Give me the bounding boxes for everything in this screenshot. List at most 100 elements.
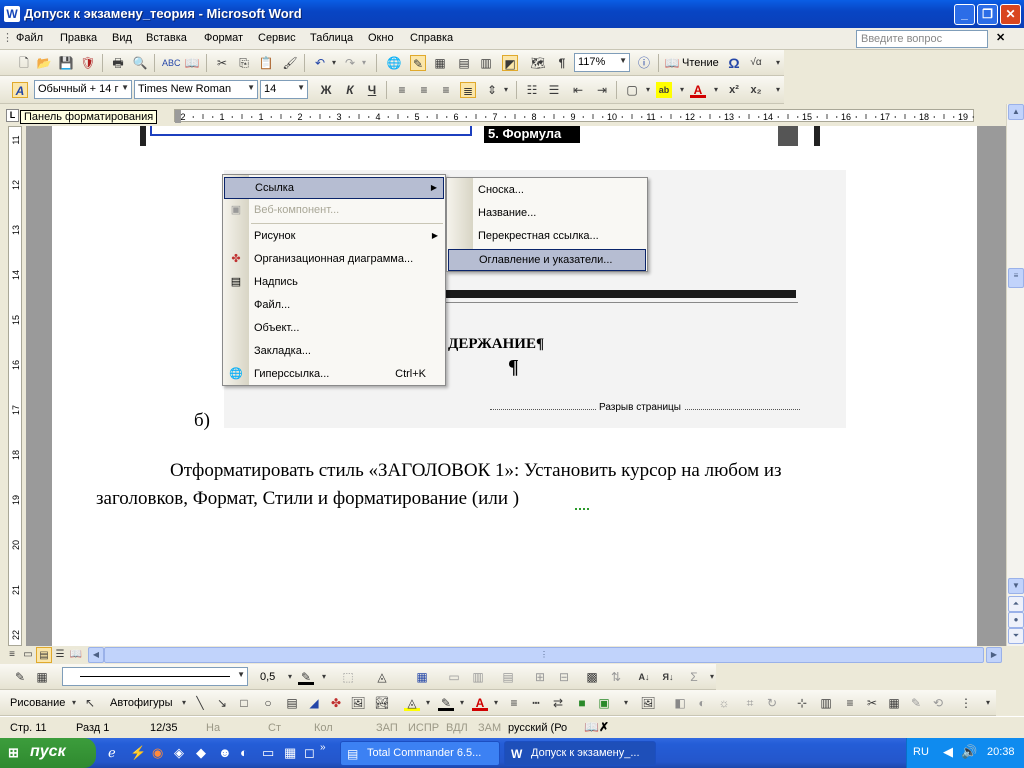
font-color-dropdown-icon-2[interactable]: ▾ <box>488 695 504 711</box>
horizontal-ruler[interactable]: L 2 1 1 2 3 4 5 6 7 8 9 10 11 12 13 14 15 16 17 18 19 Панель… <box>0 104 1006 126</box>
menu-insert[interactable]: Вставка <box>146 32 187 44</box>
crop-icon[interactable]: ⌗ <box>742 695 758 711</box>
underline-icon[interactable]: Ч <box>364 82 380 98</box>
diagram-icon[interactable]: ✤ <box>328 695 344 711</box>
quicklaunch-icon-2[interactable]: ⚡ <box>130 745 146 761</box>
subscript-icon[interactable]: x₂ <box>748 82 764 98</box>
language-indicator[interactable]: RU <box>913 746 929 758</box>
oval-tool-icon[interactable]: ○ <box>260 695 276 711</box>
bold-icon[interactable]: Ж <box>318 82 334 98</box>
toolbar-options-icon-3[interactable]: ▾ <box>704 669 720 685</box>
quicklaunch-icon-10[interactable]: ◻ <box>304 745 315 761</box>
help-icon[interactable]: ⓘ <box>636 55 652 71</box>
line-style-icon[interactable]: ≡ <box>506 695 522 711</box>
scroll-left-button[interactable]: ◀ <box>88 647 104 663</box>
menu-item-web-component[interactable]: ▣ Веб-компонент... <box>224 200 444 222</box>
insert-excel-icon[interactable]: ▤ <box>456 55 472 71</box>
textbox-tool-icon[interactable]: ▤ <box>284 695 300 711</box>
submenu-item-footnote[interactable]: Сноска... <box>448 180 646 202</box>
arrow-tool-icon[interactable]: ↘ <box>214 695 230 711</box>
open-icon[interactable]: 📂 <box>36 55 52 71</box>
menu-item-hyperlink[interactable]: 🌐 Гиперссылка... Ctrl+K <box>224 364 444 386</box>
minimize-button[interactable]: _ <box>954 4 975 25</box>
autoshapes-dropdown-icon[interactable]: ▾ <box>176 695 192 711</box>
vertical-ruler[interactable]: 11 12 13 14 15 16 17 18 19 20 21 22 <box>0 126 26 646</box>
close-button[interactable]: ✕ <box>1000 4 1021 25</box>
merge-cells-icon[interactable]: ▭ <box>446 669 462 685</box>
submenu-item-cross-reference[interactable]: Перекрестная ссылка... <box>448 226 646 248</box>
tray-icon-1[interactable]: ◀ <box>943 744 953 760</box>
drawing-dropdown-icon[interactable]: ▾ <box>66 695 82 711</box>
brightness-icon[interactable]: ☼ <box>716 695 732 711</box>
align-cell-icon[interactable]: ▤ <box>500 669 516 685</box>
print-layout-icon[interactable]: ▤ <box>36 647 52 663</box>
status-language[interactable]: русский (Ро <box>508 722 567 734</box>
scroll-thumb[interactable]: ≡ <box>1008 268 1024 288</box>
close-doc-icon[interactable]: ✕ <box>996 31 1005 44</box>
picture-tool-icon[interactable]: 🖼 <box>640 695 656 711</box>
menu-item-picture[interactable]: Рисунок ▶ <box>224 226 444 248</box>
status-ext[interactable]: ВДЛ <box>446 722 468 734</box>
line-color-dropdown-icon[interactable]: ▾ <box>316 669 332 685</box>
font-color-dropdown-icon[interactable]: ▾ <box>708 82 724 98</box>
font-color-icon-2[interactable]: A <box>472 695 488 711</box>
hscroll-thumb[interactable]: ⋮ <box>104 647 984 663</box>
vertical-scrollbar[interactable]: ▲ ≡ ▼ ⏶ ● ⏷ <box>1006 104 1024 646</box>
line-width-dropdown-icon[interactable]: ▾ <box>282 669 298 685</box>
font-color-icon[interactable]: A <box>690 82 706 98</box>
columns-icon[interactable]: ▥ <box>478 55 494 71</box>
restore-button[interactable]: ❐ <box>977 4 998 25</box>
quicklaunch-ie-icon[interactable]: ℯ <box>108 745 116 761</box>
line-width-value[interactable]: 0,5 <box>260 671 275 683</box>
menu-tools[interactable]: Сервис <box>258 32 296 44</box>
drawing-menu-button[interactable]: Рисование <box>10 697 65 709</box>
picture-line-style-icon[interactable]: ≡ <box>842 695 858 711</box>
shading-icon[interactable]: ◬ <box>374 669 390 685</box>
doc-map-icon[interactable]: 🗺 <box>530 55 546 71</box>
format-picture-icon[interactable]: ▦ <box>886 695 902 711</box>
show-hide-icon[interactable]: ¶ <box>554 55 570 71</box>
autoshapes-button[interactable]: Автофигуры <box>110 697 173 709</box>
equation-icon[interactable]: √α <box>748 55 764 71</box>
menu-view[interactable]: Вид <box>112 32 132 44</box>
quicklaunch-icon-8[interactable]: ▭ <box>262 745 274 761</box>
menu-item-org-chart[interactable]: ✤ Организационная диаграмма... <box>224 249 444 271</box>
highlight-dropdown-icon[interactable]: ▾ <box>674 82 690 98</box>
normal-view-icon[interactable]: ≡ <box>4 647 20 663</box>
prev-page-button[interactable]: ⏶ <box>1008 596 1024 612</box>
permission-icon[interactable]: 🛡 <box>80 55 96 71</box>
increase-indent-icon[interactable]: ⇥ <box>594 82 610 98</box>
sort-desc-icon[interactable]: Я↓ <box>660 669 676 685</box>
redo-dropdown-icon[interactable]: ▾ <box>356 55 372 71</box>
scroll-up-button[interactable]: ▲ <box>1008 104 1024 120</box>
distribute-cols-icon[interactable]: ⊟ <box>556 669 572 685</box>
reading-view-icon[interactable]: 📖 <box>68 647 84 663</box>
decrease-indent-icon[interactable]: ⇤ <box>570 82 586 98</box>
menu-item-textbox[interactable]: ▤ Надпись <box>224 272 444 294</box>
paste-icon[interactable]: 📋 <box>258 55 274 71</box>
rectangle-tool-icon[interactable]: □ <box>236 695 252 711</box>
text-direction-icon[interactable]: ⇅ <box>608 669 624 685</box>
drawing-toggle-icon[interactable]: ◩ <box>502 55 518 71</box>
toolbar-options-icon-4[interactable]: ▾ <box>618 695 634 711</box>
image-color-icon[interactable]: ◧ <box>672 695 688 711</box>
cut-icon[interactable]: ✂ <box>214 55 230 71</box>
reset-picture-icon[interactable]: ⟲ <box>930 695 946 711</box>
set-transparent-icon[interactable]: ✎ <box>908 695 924 711</box>
undo-dropdown-icon[interactable]: ▾ <box>326 55 342 71</box>
spelling-status-icon[interactable]: 📖✗ <box>584 720 609 734</box>
borders-dropdown-icon[interactable]: ▾ <box>640 82 656 98</box>
scroll-down-button[interactable]: ▼ <box>1008 578 1024 594</box>
format-painter-icon[interactable]: 🖌 <box>282 55 298 71</box>
select-objects-icon[interactable]: ↖ <box>82 695 98 711</box>
line-spacing-dropdown-icon[interactable]: ▾ <box>498 82 514 98</box>
clipart-icon[interactable]: 🖼 <box>350 695 366 711</box>
quicklaunch-icon-5[interactable]: ◆ <box>196 745 206 761</box>
toolbar-options-icon-5[interactable]: ▾ <box>980 695 996 711</box>
word-app-icon[interactable]: W <box>4 6 20 22</box>
arrow-style-icon[interactable]: ⇄ <box>550 695 566 711</box>
symbol-icon[interactable]: Ω <box>726 55 742 71</box>
quicklaunch-icon-9[interactable]: ▦ <box>284 745 296 761</box>
font-select[interactable]: Times New Roman ▼ <box>134 80 258 99</box>
justify-icon[interactable]: ≣ <box>460 82 476 98</box>
